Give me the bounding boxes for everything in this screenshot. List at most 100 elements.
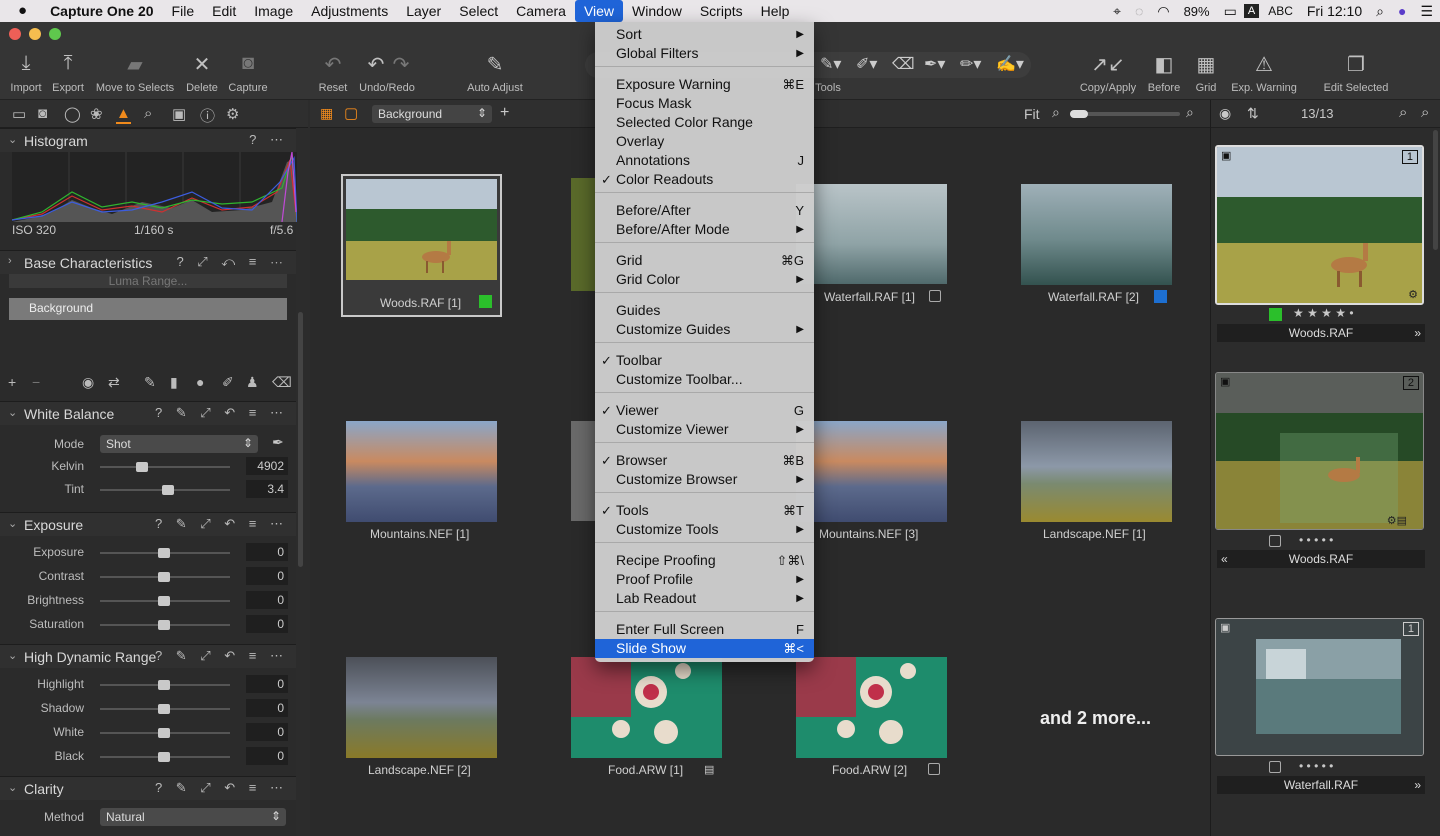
reset-button[interactable]: Reset: [319, 82, 348, 94]
thumb-landscape-1[interactable]: [1021, 421, 1172, 522]
clarity-header[interactable]: ⌄ Clarity ? ✎ ⤢ ↶ ≡ ⋯: [0, 776, 296, 800]
copy-apply-button[interactable]: Copy/Apply: [1080, 82, 1136, 94]
exposure-slider[interactable]: [100, 548, 230, 558]
base-characteristics-header[interactable]: › Base Characteristics ? ⤢ ↶ ≡ ⋯: [0, 250, 296, 274]
menu-item-customize-viewer[interactable]: Customize Viewer ▶: [595, 420, 814, 439]
menu-item-tools[interactable]: ✓ Tools ⌘T: [595, 501, 814, 520]
menu-item-sort[interactable]: Sort ▶: [595, 25, 814, 44]
contrast-slider[interactable]: [100, 572, 230, 582]
tint-slider[interactable]: [100, 485, 230, 495]
thumb-waterfall-1[interactable]: [796, 184, 947, 284]
thumb-woods-1[interactable]: [346, 179, 497, 280]
redo-icon[interactable]: ↷: [393, 52, 410, 77]
chevron-right-icon[interactable]: »: [1414, 324, 1421, 342]
minimize-window-button[interactable]: [29, 28, 41, 40]
section-tools[interactable]: ? ✎ ⤢ ↶ ≡ ⋯: [155, 516, 288, 532]
thumb-food-2[interactable]: [796, 657, 947, 758]
lens-tab-icon[interactable]: ◯: [64, 105, 81, 123]
menu-item-customize-tools[interactable]: Customize Tools ▶: [595, 520, 814, 539]
menu-item-enter-full-screen[interactable]: Enter Full Screen F: [595, 620, 814, 639]
menu-item-viewer[interactable]: ✓ Viewer G: [595, 401, 814, 420]
menu-item-customize-browser[interactable]: Customize Browser ▶: [595, 470, 814, 489]
import-icon[interactable]: ⤓: [22, 52, 31, 75]
slider-knob[interactable]: [158, 620, 170, 630]
slider-knob[interactable]: [158, 752, 170, 762]
section-tools[interactable]: ? ✎ ⤢ ↶ ≡ ⋯: [155, 648, 288, 664]
thumb-food-1[interactable]: [571, 657, 722, 758]
layer-list-item[interactable]: Background: [9, 298, 287, 320]
search-icon[interactable]: ⌕: [1399, 104, 1407, 121]
chevron-down-icon[interactable]: ⌄: [8, 781, 17, 794]
thumb-landscape-2[interactable]: [346, 657, 497, 758]
grid-button[interactable]: Grid: [1196, 82, 1217, 94]
menu-item-browser[interactable]: ✓ Browser ⌘B: [595, 451, 814, 470]
input-source-label[interactable]: ABC: [1261, 4, 1300, 18]
slider-knob[interactable]: [158, 704, 170, 714]
menu-scripts[interactable]: Scripts: [691, 0, 752, 22]
filmstrip-item-3[interactable]: ▣ 1: [1215, 618, 1424, 756]
clarity-method-select[interactable]: Natural ⇕: [100, 808, 286, 826]
filmstrip-item-2[interactable]: ▣ 2 ⚙▤: [1215, 372, 1424, 530]
clock[interactable]: Fri 12:10: [1300, 3, 1369, 19]
menu-item-exposure-warning[interactable]: Exposure Warning ⌘E: [595, 75, 814, 94]
before-icon[interactable]: ◧: [1155, 52, 1174, 77]
sync-icon[interactable]: ◌: [1128, 3, 1150, 19]
brush-icon[interactable]: ✎: [144, 374, 156, 391]
left-panel-scrollbar[interactable]: [298, 312, 303, 567]
auto-adjust-icon[interactable]: ✎: [487, 52, 504, 77]
notification-center-icon[interactable]: ☰: [1413, 3, 1440, 20]
menu-item-slide-show[interactable]: Slide Show ⌘<: [595, 639, 814, 658]
mask-visibility-icon[interactable]: ◉: [82, 374, 94, 391]
highlight-slider[interactable]: [100, 680, 230, 690]
section-tools[interactable]: ? ⋯: [249, 132, 288, 148]
color-tab-icon[interactable]: ❀: [90, 105, 103, 123]
undo-icon[interactable]: ↶: [368, 52, 385, 77]
input-source-icon[interactable]: A: [1243, 4, 1260, 18]
slider-knob[interactable]: [158, 572, 170, 582]
filmstrip-item-1[interactable]: ▣ 1 ⚙: [1215, 145, 1424, 305]
before-button[interactable]: Before: [1148, 82, 1180, 94]
menu-item-before-after[interactable]: Before/After Y: [595, 201, 814, 220]
menu-file[interactable]: File: [163, 0, 204, 22]
eye-icon[interactable]: ◉: [1219, 105, 1231, 122]
menu-item-global-filters[interactable]: Global Filters ▶: [595, 44, 814, 63]
slider-knob[interactable]: [158, 680, 170, 690]
apple-menu-icon[interactable]: ●: [0, 0, 41, 22]
layer-select[interactable]: Background ⇕: [372, 105, 492, 123]
menu-item-lab-readout[interactable]: Lab Readout ▶: [595, 589, 814, 608]
exp-warning-button[interactable]: Exp. Warning: [1231, 82, 1297, 94]
zoom-icon[interactable]: ⌕: [1421, 104, 1429, 121]
metadata-tab-icon[interactable]: ⓘ: [200, 105, 215, 126]
chevron-right-icon[interactable]: ›: [8, 255, 12, 267]
menu-item-grid[interactable]: Grid ⌘G: [595, 251, 814, 270]
menu-select[interactable]: Select: [450, 0, 507, 22]
slider-knob[interactable]: [158, 728, 170, 738]
filmstrip-name-3[interactable]: Waterfall.RAF »: [1217, 776, 1425, 794]
kelvin-slider[interactable]: [100, 462, 230, 472]
filmstrip-name-1[interactable]: Woods.RAF »: [1217, 324, 1425, 342]
saturation-slider[interactable]: [100, 620, 230, 630]
menu-item-proof-profile[interactable]: Proof Profile ▶: [595, 570, 814, 589]
menu-view[interactable]: View: [574, 0, 624, 22]
rating-dots[interactable]: • • • • •: [1299, 533, 1333, 547]
thumb-mountains-1[interactable]: [346, 421, 497, 522]
chevron-down-icon[interactable]: ⌄: [8, 517, 17, 530]
clone-icon[interactable]: ♟: [246, 374, 259, 391]
contrast-field[interactable]: 0: [246, 567, 288, 585]
thumb-waterfall-2[interactable]: [1021, 184, 1172, 285]
brightness-slider[interactable]: [100, 596, 230, 606]
menu-camera[interactable]: Camera: [507, 0, 575, 22]
chevron-right-icon[interactable]: »: [1414, 776, 1421, 794]
app-menu[interactable]: Capture One 20: [41, 0, 162, 22]
edit-selected-button[interactable]: Edit Selected: [1324, 82, 1389, 94]
kelvin-field[interactable]: 4902: [246, 457, 288, 475]
spotlight-icon[interactable]: ⌕: [1369, 3, 1391, 20]
thumb-mountains-3[interactable]: [796, 421, 947, 522]
single-view-icon[interactable]: ▢: [344, 104, 358, 122]
eraser-tool-icon[interactable]: ⌫: [892, 54, 915, 74]
zoom-in-icon[interactable]: ⌕: [1186, 104, 1194, 121]
output-tab-icon[interactable]: ⚙: [226, 105, 239, 123]
import-button[interactable]: Import: [10, 82, 41, 94]
luma-range-button[interactable]: Luma Range...: [9, 274, 287, 288]
star-rating[interactable]: ★ ★ ★ ★ •: [1293, 306, 1354, 320]
